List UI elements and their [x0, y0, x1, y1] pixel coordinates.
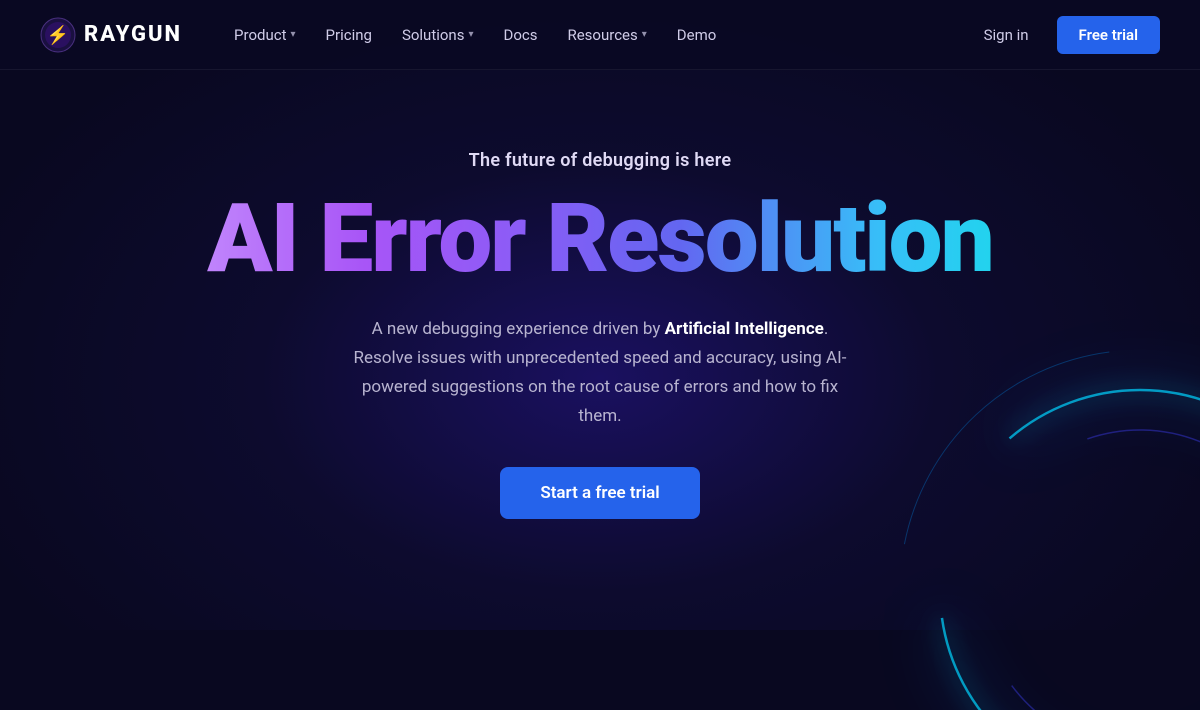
nav-demo[interactable]: Demo	[665, 20, 729, 50]
start-free-trial-button[interactable]: Start a free trial	[500, 467, 699, 519]
hero-desc-text1: A new debugging experience driven by	[372, 319, 665, 339]
nav-pricing[interactable]: Pricing	[314, 20, 384, 50]
brand-name: RAYGUN	[84, 22, 182, 47]
hero-section: The future of debugging is here AI Error…	[0, 70, 1200, 519]
nav-product[interactable]: Product ▾	[222, 20, 307, 50]
navbar: ⚡ RAYGUN Product ▾ Pricing Solutions ▾ D…	[0, 0, 1200, 70]
nav-resources[interactable]: Resources ▾	[555, 20, 658, 50]
chevron-down-icon: ▾	[468, 29, 473, 40]
chevron-down-icon: ▾	[291, 29, 296, 40]
free-trial-nav-button[interactable]: Free trial	[1057, 16, 1160, 54]
hero-description: A new debugging experience driven by Art…	[340, 315, 860, 431]
nav-right: Sign in Free trial	[972, 16, 1160, 54]
nav-solutions[interactable]: Solutions ▾	[390, 20, 486, 50]
svg-text:⚡: ⚡	[47, 24, 69, 46]
nav-links: Product ▾ Pricing Solutions ▾ Docs Resou…	[222, 20, 972, 50]
hero-desc-bold: Artificial Intelligence	[665, 319, 824, 339]
nav-docs[interactable]: Docs	[491, 20, 549, 50]
hero-title: AI Error Resolution	[207, 191, 993, 287]
chevron-down-icon: ▾	[642, 29, 647, 40]
hero-subtitle: The future of debugging is here	[469, 150, 732, 171]
logo-icon: ⚡	[40, 17, 76, 53]
logo-link[interactable]: ⚡ RAYGUN	[40, 17, 182, 53]
sign-in-button[interactable]: Sign in	[972, 20, 1041, 50]
